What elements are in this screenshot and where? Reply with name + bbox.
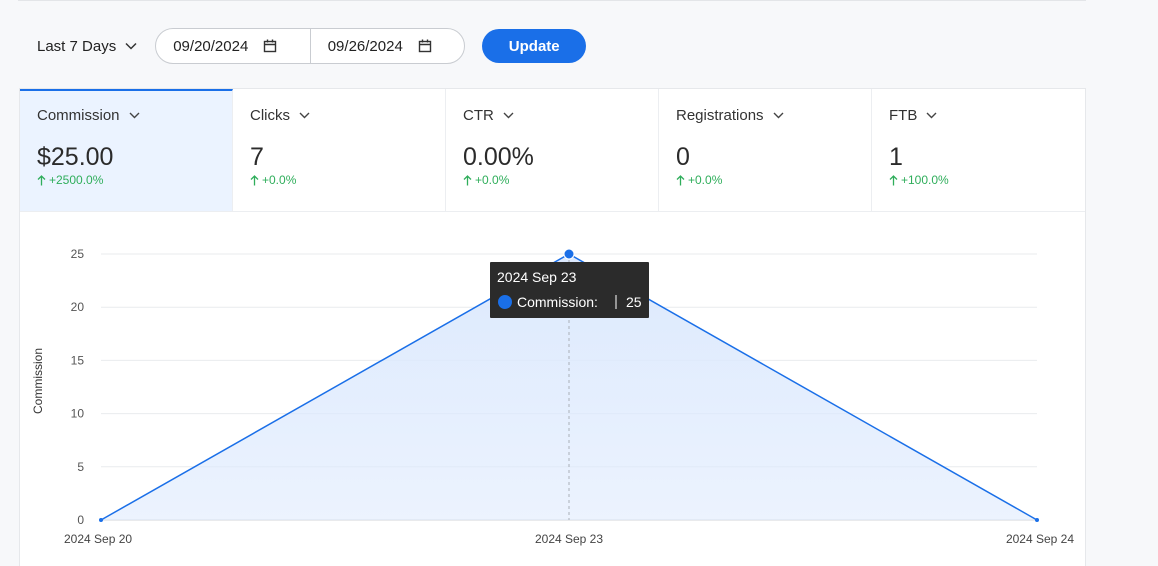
metric-delta: +0.0% bbox=[262, 173, 297, 187]
metric-value: 0 bbox=[676, 143, 690, 171]
y-tick-label: 25 bbox=[71, 247, 85, 261]
metric-label: Registrations bbox=[676, 107, 764, 124]
date-range-label: Last 7 Days bbox=[37, 37, 117, 55]
data-point[interactable] bbox=[99, 518, 103, 522]
metric-tabs: Commission $25.00 +2500.0% Clicks 7 +0.0… bbox=[20, 89, 1085, 212]
calendar-icon bbox=[418, 39, 431, 53]
metrics-card: Commission $25.00 +2500.0% Clicks 7 +0.0… bbox=[19, 88, 1086, 566]
metric-label: CTR bbox=[463, 107, 494, 124]
tooltip-series-label: Commission: bbox=[517, 294, 598, 310]
metric-tab-registrations[interactable]: Registrations 0 +0.0% bbox=[659, 89, 872, 211]
metric-value: 0.00% bbox=[463, 143, 534, 171]
metric-tab-ftb[interactable]: FTB 1 +100.0% bbox=[872, 89, 1085, 211]
chevron-down-icon bbox=[773, 112, 784, 119]
metric-label: FTB bbox=[889, 107, 918, 124]
start-date-field[interactable]: 09/20/2024 bbox=[156, 29, 310, 63]
metric-value: 7 bbox=[250, 143, 264, 171]
metric-tab-commission[interactable]: Commission $25.00 +2500.0% bbox=[20, 89, 233, 211]
metric-delta: +0.0% bbox=[688, 173, 723, 187]
date-toolbar: Last 7 Days 09/20/2024 09/26/2024 Update bbox=[37, 28, 587, 64]
metric-label: Clicks bbox=[250, 107, 290, 124]
y-tick-label: 15 bbox=[71, 353, 85, 367]
data-point[interactable] bbox=[563, 248, 575, 260]
chevron-down-icon bbox=[926, 112, 937, 119]
metric-delta: +2500.0% bbox=[49, 173, 104, 187]
date-range-inputs: 09/20/2024 09/26/2024 bbox=[155, 28, 466, 64]
metric-tab-clicks[interactable]: Clicks 7 +0.0% bbox=[233, 89, 446, 211]
metric-delta: +0.0% bbox=[475, 173, 510, 187]
x-tick-label: 2024 Sep 24 bbox=[1006, 532, 1074, 546]
commission-area-chart: 0 5 10 15 20 25 Commission 2024 Sep 20 2024 Se… bbox=[31, 247, 1074, 546]
tooltip-value: 25 bbox=[626, 294, 642, 310]
metric-value: 1 bbox=[889, 143, 903, 171]
date-range-select[interactable]: Last 7 Days bbox=[37, 38, 137, 55]
update-button[interactable]: Update bbox=[482, 29, 587, 63]
y-tick-label: 20 bbox=[71, 300, 85, 314]
x-tick-label: 2024 Sep 23 bbox=[535, 532, 603, 546]
y-axis-label: Commission bbox=[31, 348, 45, 414]
data-point[interactable] bbox=[1035, 518, 1039, 522]
metric-label: Commission bbox=[37, 107, 120, 124]
y-tick-label: 5 bbox=[77, 460, 84, 474]
chevron-down-icon bbox=[129, 112, 140, 119]
arrow-up-icon bbox=[676, 174, 685, 185]
arrow-up-icon bbox=[250, 174, 259, 185]
start-date-value: 09/20/2024 bbox=[173, 37, 249, 55]
chevron-down-icon bbox=[125, 42, 137, 50]
commission-chart: 0 5 10 15 20 25 Commission 2024 Sep 20 2024 Se… bbox=[20, 213, 1087, 566]
arrow-up-icon bbox=[463, 174, 472, 185]
chevron-down-icon bbox=[503, 112, 514, 119]
tooltip-title: 2024 Sep 23 bbox=[497, 269, 577, 285]
metric-delta: +100.0% bbox=[901, 173, 949, 187]
end-date-value: 09/26/2024 bbox=[327, 37, 403, 55]
chevron-down-icon bbox=[299, 112, 310, 119]
end-date-field[interactable]: 09/26/2024 bbox=[309, 29, 465, 63]
calendar-icon bbox=[264, 39, 277, 53]
x-tick-label: 2024 Sep 20 bbox=[64, 532, 132, 546]
tooltip-series-swatch bbox=[498, 295, 512, 309]
top-divider bbox=[18, 0, 1086, 1]
y-tick-label: 0 bbox=[77, 513, 84, 527]
arrow-up-icon bbox=[889, 174, 898, 185]
metric-value: $25.00 bbox=[37, 143, 114, 171]
metric-tab-ctr[interactable]: CTR 0.00% +0.0% bbox=[446, 89, 659, 211]
arrow-up-icon bbox=[37, 174, 46, 185]
y-tick-label: 10 bbox=[71, 407, 85, 421]
